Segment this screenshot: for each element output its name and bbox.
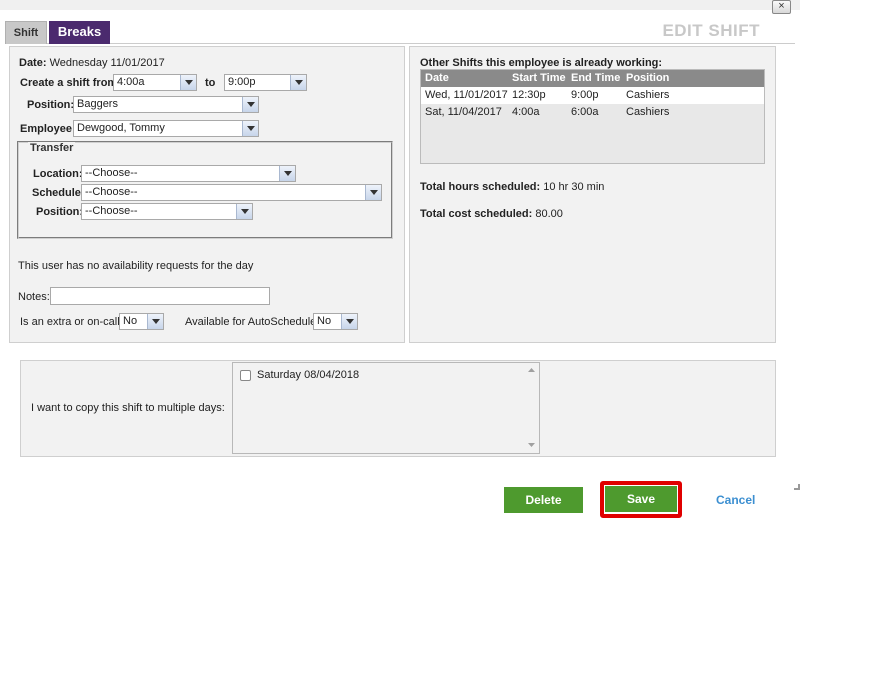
extra-oncall-select[interactable]: No	[119, 313, 164, 330]
autoschedule-label: Available for AutoSchedule:	[185, 316, 320, 328]
employee-value: Dewgood, Tommy	[77, 122, 165, 134]
autoschedule-select[interactable]: No	[313, 313, 358, 330]
copy-shift-label: I want to copy this shift to multiple da…	[31, 402, 225, 414]
dialog-title: EDIT SHIFT	[662, 21, 760, 40]
row-date: Sat, 11/04/2017	[425, 106, 502, 118]
transfer-position-label: Position:	[36, 206, 84, 218]
close-icon[interactable]: ×	[772, 0, 791, 14]
row-date: Wed, 11/01/2017	[425, 89, 508, 101]
chevron-down-icon	[290, 75, 306, 90]
dialog-top-strip	[0, 0, 800, 10]
column-header-end-time: End Time	[571, 72, 621, 84]
delete-button[interactable]: Delete	[504, 487, 583, 513]
employee-label: Employee:	[20, 123, 76, 135]
start-time-select[interactable]: 4:00a	[113, 74, 197, 91]
list-scrollbar[interactable]	[524, 363, 539, 453]
tab-shift[interactable]: Shift	[5, 21, 47, 44]
total-hours-value: 10 hr 30 min	[543, 181, 605, 193]
extra-oncall-label: Is an extra or on-call?	[20, 316, 126, 328]
other-shifts-table: Date Start Time End Time Position Wed, 1…	[420, 69, 765, 164]
start-time-value: 4:00a	[117, 76, 145, 88]
table-header: Date Start Time End Time Position	[421, 70, 764, 87]
date-label: Date:	[19, 57, 47, 69]
employee-select[interactable]: Dewgood, Tommy	[73, 120, 259, 137]
end-time-value: 9:00p	[228, 76, 256, 88]
row-end-time: 6:00a	[571, 106, 599, 118]
notes-input[interactable]	[50, 287, 270, 305]
chevron-down-icon	[242, 121, 258, 136]
location-select[interactable]: --Choose--	[81, 165, 296, 182]
autoschedule-value: No	[317, 315, 332, 327]
notes-label: Notes:	[18, 291, 50, 303]
other-shifts-heading: Other Shifts this employee is already wo…	[420, 57, 663, 69]
schedule-label: Schedule:	[32, 187, 85, 199]
chevron-down-icon	[279, 166, 295, 181]
day-checkbox[interactable]	[240, 370, 251, 381]
position-select[interactable]: Baggers	[73, 96, 259, 113]
chevron-down-icon	[147, 314, 163, 329]
total-cost-label: Total cost scheduled:	[420, 208, 533, 220]
schedule-select[interactable]: --Choose--	[81, 184, 382, 201]
chevron-down-icon	[180, 75, 196, 90]
row-start-time: 12:30p	[512, 89, 546, 101]
resize-handle-icon[interactable]	[794, 484, 800, 490]
to-label: to	[205, 77, 216, 89]
table-row[interactable]: Wed, 11/01/2017 12:30p 9:00p Cashiers	[421, 87, 764, 104]
chevron-down-icon	[365, 185, 381, 200]
scroll-down-icon[interactable]	[528, 443, 535, 447]
row-position: Cashiers	[626, 106, 670, 118]
tab-breaks[interactable]: Breaks	[49, 21, 110, 44]
transfer-legend: Transfer	[28, 142, 76, 154]
table-row[interactable]: Sat, 11/04/2017 4:00a 6:00a Cashiers	[421, 104, 764, 121]
day-label: Saturday 08/04/2018	[257, 369, 360, 381]
column-header-position: Position	[626, 72, 670, 84]
scroll-up-icon[interactable]	[528, 368, 535, 372]
position-label: Position:	[27, 99, 75, 111]
column-header-date: Date	[425, 72, 449, 84]
row-position: Cashiers	[626, 89, 670, 101]
location-value: --Choose--	[85, 167, 138, 179]
row-end-time: 9:00p	[571, 89, 599, 101]
end-time-select[interactable]: 9:00p	[224, 74, 307, 91]
column-header-start-time: Start Time	[512, 72, 566, 84]
save-button[interactable]: Save	[605, 486, 677, 512]
transfer-position-value: --Choose--	[85, 205, 138, 217]
chevron-down-icon	[341, 314, 357, 329]
create-from-label: Create a shift from	[20, 77, 118, 89]
position-value: Baggers	[77, 98, 118, 110]
total-hours: Total hours scheduled: 10 hr 30 min	[420, 181, 604, 193]
extra-oncall-value: No	[123, 315, 138, 327]
schedule-value: --Choose--	[85, 186, 138, 198]
transfer-position-select[interactable]: --Choose--	[81, 203, 253, 220]
chevron-down-icon	[236, 204, 252, 219]
edit-shift-dialog: × Shift Breaks EDIT SHIFT Date: Wednesda…	[0, 0, 800, 490]
cancel-link[interactable]: Cancel	[716, 493, 755, 507]
date-value: Wednesday 11/01/2017	[49, 57, 165, 69]
availability-note: This user has no availability requests f…	[18, 260, 254, 272]
row-start-time: 4:00a	[512, 106, 540, 118]
total-cost-value: 80.00	[535, 208, 563, 220]
total-hours-label: Total hours scheduled:	[420, 181, 541, 193]
total-cost: Total cost scheduled: 80.00	[420, 208, 563, 220]
location-label: Location:	[33, 168, 83, 180]
chevron-down-icon	[242, 97, 258, 112]
date-row: Date: Wednesday 11/01/2017	[19, 57, 165, 69]
